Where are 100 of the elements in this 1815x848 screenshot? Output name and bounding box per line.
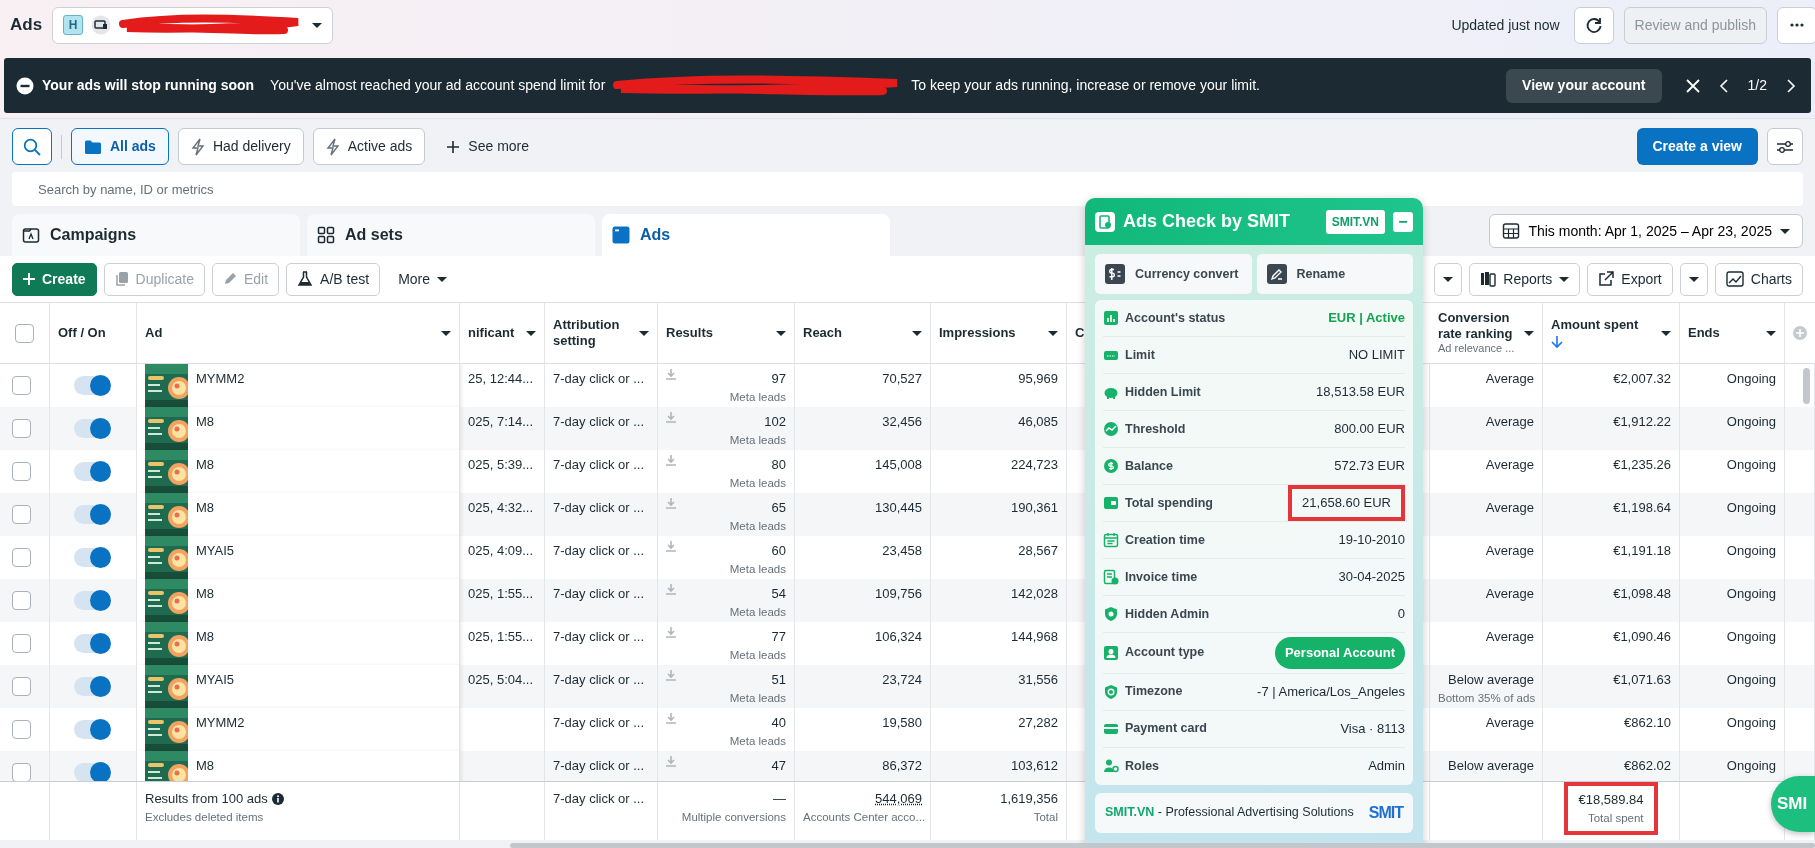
toolbar-button[interactable]: A/B test: [286, 262, 381, 296]
column-header[interactable]: Conversion rate ranking: [1438, 309, 1520, 343]
table-cell: 7-day click or ...: [553, 586, 645, 601]
create-view-button[interactable]: Create a view: [1636, 128, 1758, 165]
field-value: Visa · 8113: [1340, 719, 1405, 738]
refresh-button[interactable]: [1573, 6, 1614, 44]
table-cell-text: 54: [770, 585, 786, 603]
ad-name[interactable]: MYMM2: [196, 708, 245, 751]
download-icon: [666, 584, 676, 596]
level-tab[interactable]: Campaigns: [12, 214, 300, 256]
table-cell: Ongoing: [1726, 586, 1776, 601]
filter-chip[interactable]: Had delivery: [177, 128, 304, 165]
ad-name[interactable]: M8: [196, 579, 215, 622]
column-header[interactable]: Results: [666, 324, 772, 342]
dropdown-button[interactable]: [1679, 262, 1708, 296]
field-label: Balance: [1125, 457, 1174, 475]
toggle-switch[interactable]: [74, 462, 110, 481]
dropdown-button[interactable]: [1434, 262, 1463, 296]
toolbar-button[interactable]: Reports: [1469, 262, 1581, 296]
ad-name[interactable]: MYMM2: [196, 364, 245, 407]
field-value: EUR | Active: [1328, 309, 1405, 328]
ad-name[interactable]: M8: [196, 751, 215, 781]
column-header[interactable]: Amount spent: [1551, 316, 1657, 333]
table-cell-text: 80: [770, 456, 786, 474]
row-checkbox[interactable]: [12, 419, 31, 438]
column-header[interactable]: Ad: [145, 324, 437, 342]
ad-name[interactable]: M8: [196, 493, 215, 536]
row-checkbox[interactable]: [12, 763, 31, 781]
table-cell: 025, 4:09...: [468, 543, 534, 558]
panel-action-button[interactable]: Rename: [1256, 254, 1413, 294]
column-header[interactable]: Ends: [1688, 324, 1762, 342]
table-cell-text: Average: [1484, 370, 1534, 388]
filter-chip[interactable]: All ads: [71, 128, 169, 165]
toggle-switch[interactable]: [74, 376, 110, 395]
table-cell-text: Meta leads: [728, 518, 786, 534]
column-header[interactable]: Attribution setting: [553, 316, 635, 350]
table-cell: 28,567: [1018, 543, 1058, 558]
search-button[interactable]: [12, 128, 52, 165]
scrollbar-thumb[interactable]: [510, 843, 1815, 848]
toggle-switch[interactable]: [74, 591, 110, 610]
row-checkbox[interactable]: [12, 505, 31, 524]
ad-name[interactable]: MYAI5: [196, 665, 235, 708]
row-checkbox[interactable]: [12, 376, 31, 395]
lightning-icon: [190, 137, 205, 156]
filter-chip[interactable]: Active ads: [312, 128, 426, 165]
toolbar-button[interactable]: Create: [12, 262, 97, 296]
toggle-switch[interactable]: [74, 419, 110, 438]
currency-icon: [1105, 264, 1125, 284]
column-header[interactable]: C: [1075, 324, 1085, 340]
see-more-button[interactable]: See more: [434, 128, 542, 165]
level-tab[interactable]: Ads: [602, 214, 890, 256]
table-cell-text: Meta leads: [728, 647, 786, 663]
select-all-checkbox[interactable]: [15, 323, 34, 343]
toggle-switch[interactable]: [74, 763, 110, 781]
table-cell-text: Meta leads: [728, 561, 786, 577]
toggle-switch[interactable]: [74, 634, 110, 653]
table-cell: €1,071.63: [1613, 672, 1671, 687]
ad-name[interactable]: M8: [196, 407, 215, 450]
column-header[interactable]: Impressions: [939, 324, 1044, 342]
toolbar-button[interactable]: Export: [1587, 262, 1673, 296]
column-header[interactable]: Off / On: [58, 324, 128, 342]
account-badge: H: [63, 15, 84, 35]
banner-title: Your ads will stop running soon: [42, 76, 255, 95]
table-cell: 27,282: [1018, 715, 1058, 730]
shield-icon: [1103, 683, 1119, 700]
toggle-switch[interactable]: [74, 677, 110, 696]
toggle-switch[interactable]: [74, 505, 110, 524]
level-tab[interactable]: Ad sets: [307, 214, 595, 256]
ad-name[interactable]: MYAI5: [196, 536, 235, 579]
ad-name[interactable]: M8: [196, 450, 215, 493]
column-header[interactable]: Reach: [803, 324, 908, 342]
panel-action-button[interactable]: Currency convert: [1095, 254, 1252, 294]
column-header[interactable]: nificant: [468, 324, 522, 342]
brand-logo: SMIT: [1368, 802, 1403, 823]
banner-text: You've almost reached your ad account spend limit for: [270, 76, 606, 95]
table-cell: 86,372: [882, 758, 922, 773]
row-checkbox[interactable]: [12, 548, 31, 567]
column-settings-button[interactable]: [1767, 128, 1803, 165]
row-checkbox[interactable]: [12, 677, 31, 696]
account-selector[interactable]: H: [52, 6, 334, 44]
scrollbar-thumb[interactable]: [1803, 368, 1810, 404]
page-title: Ads: [10, 14, 43, 37]
search-field[interactable]: Search by name, ID or metrics: [12, 172, 1803, 206]
row-checkbox[interactable]: [12, 634, 31, 653]
table-cell-text: 65: [770, 499, 786, 517]
row-checkbox[interactable]: [12, 591, 31, 610]
toggle-switch[interactable]: [74, 720, 110, 739]
view-account-button[interactable]: View your account: [1506, 68, 1662, 103]
people-icon: [1103, 758, 1119, 774]
toggle-switch[interactable]: [74, 548, 110, 567]
row-checkbox[interactable]: [12, 720, 31, 739]
caret-icon: [1661, 328, 1671, 338]
toolbar-button[interactable]: Charts: [1714, 262, 1803, 296]
more-button[interactable]: [1777, 6, 1815, 44]
row-checkbox[interactable]: [12, 462, 31, 481]
table-cell: 145,008: [875, 457, 922, 472]
caret-icon: [1688, 274, 1699, 284]
share-icon: [1598, 271, 1615, 287]
date-range-button[interactable]: This month: Apr 1, 2025 – Apr 23, 2025: [1489, 214, 1803, 248]
ad-name[interactable]: M8: [196, 622, 215, 665]
